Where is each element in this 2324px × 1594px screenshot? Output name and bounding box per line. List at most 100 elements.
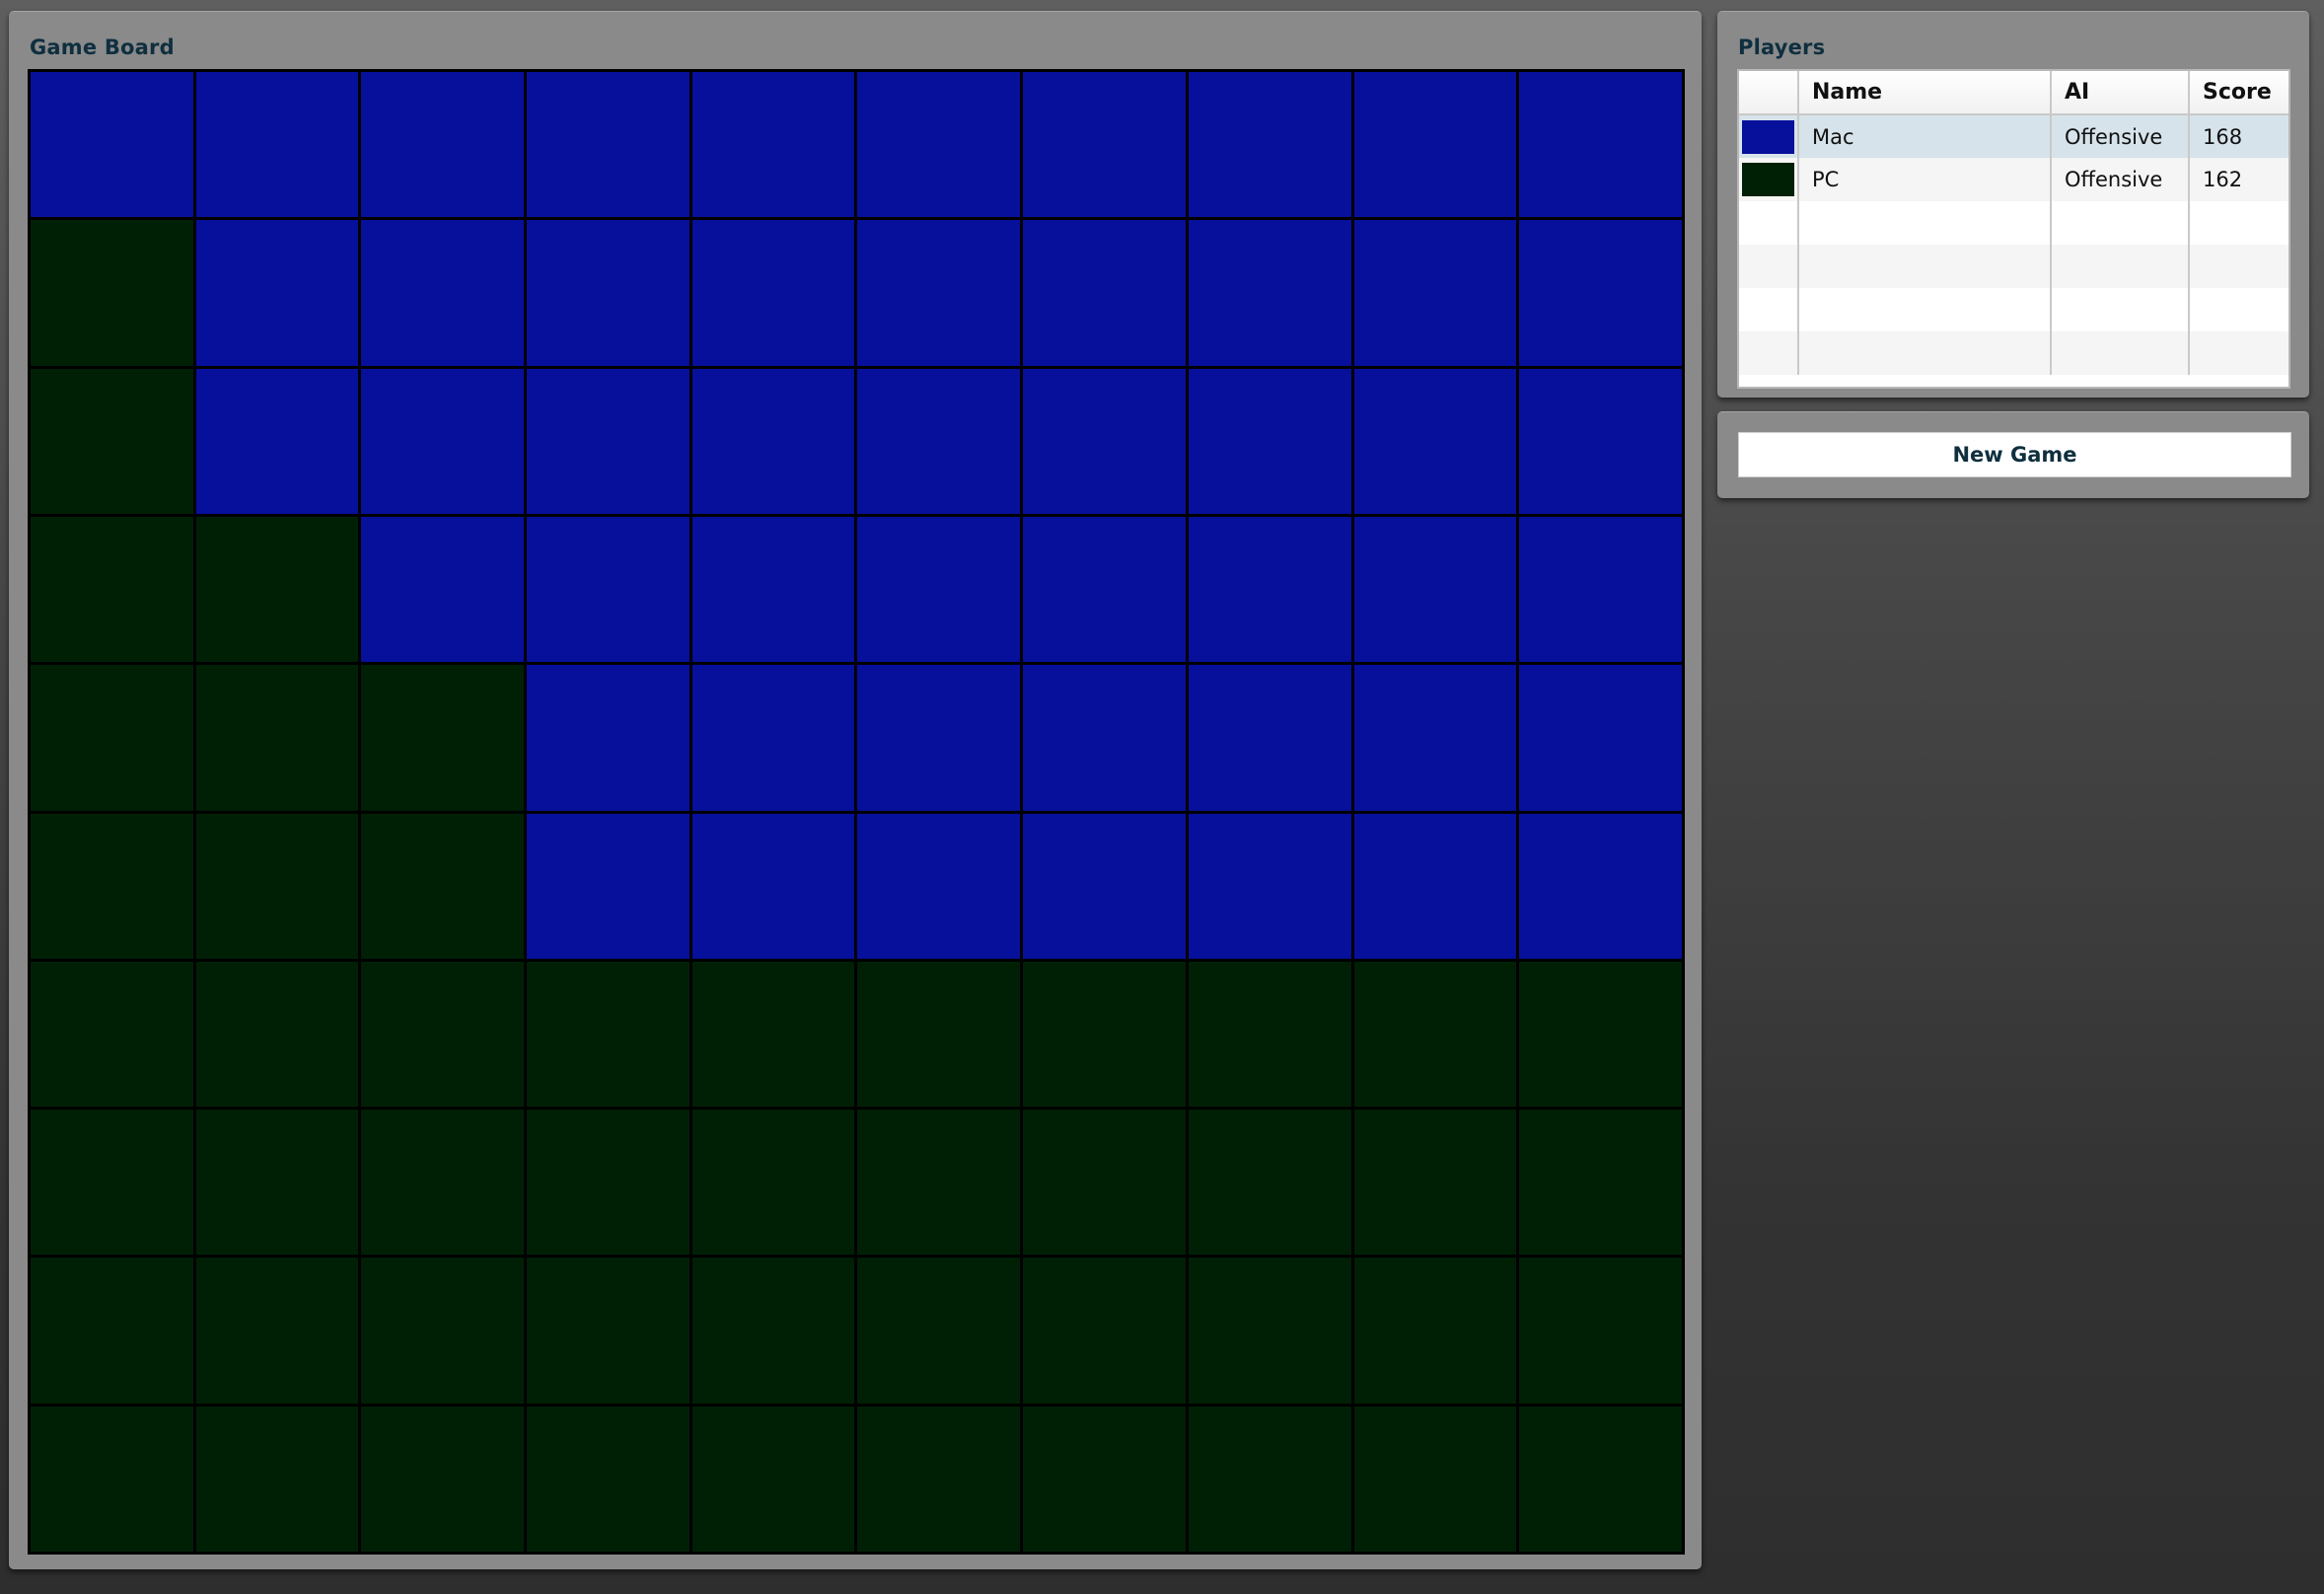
column-header-ai[interactable]: AI xyxy=(2051,71,2190,115)
board-cell-pc[interactable] xyxy=(527,1258,690,1404)
board-cell-pc[interactable] xyxy=(1023,1258,1186,1404)
board-cell-pc[interactable] xyxy=(31,220,193,366)
new-game-button[interactable]: New Game xyxy=(1738,432,2291,477)
board-cell-mac[interactable] xyxy=(857,72,1021,218)
board-cell-mac[interactable] xyxy=(527,665,690,811)
board-cell-pc[interactable] xyxy=(691,961,855,1108)
board-cell-mac[interactable] xyxy=(1023,516,1186,663)
board-cell-mac[interactable] xyxy=(527,72,690,218)
board-cell-mac[interactable] xyxy=(1519,813,1682,959)
board-cell-mac[interactable] xyxy=(527,368,690,514)
player-row[interactable]: PC Offensive 162 xyxy=(1739,158,2288,201)
board-cell-mac[interactable] xyxy=(1353,516,1517,663)
board-cell-pc[interactable] xyxy=(31,813,193,959)
board-cell-pc[interactable] xyxy=(1023,961,1186,1108)
board-cell-pc[interactable] xyxy=(361,665,525,811)
board-cell-mac[interactable] xyxy=(361,220,525,366)
board-cell-pc[interactable] xyxy=(527,1406,690,1552)
board-cell-pc[interactable] xyxy=(1353,1258,1517,1404)
board-cell-mac[interactable] xyxy=(857,220,1021,366)
board-cell-mac[interactable] xyxy=(1519,516,1682,663)
board-cell-pc[interactable] xyxy=(361,1110,525,1256)
board-cell-pc[interactable] xyxy=(195,1110,359,1256)
board-cell-pc[interactable] xyxy=(691,1258,855,1404)
board-cell-mac[interactable] xyxy=(31,72,193,218)
board-cell-pc[interactable] xyxy=(527,961,690,1108)
board-cell-mac[interactable] xyxy=(691,368,855,514)
board-cell-mac[interactable] xyxy=(1023,72,1186,218)
board-cell-pc[interactable] xyxy=(691,1110,855,1256)
board-cell-mac[interactable] xyxy=(691,516,855,663)
board-cell-pc[interactable] xyxy=(195,961,359,1108)
board-cell-pc[interactable] xyxy=(1519,1258,1682,1404)
board-cell-pc[interactable] xyxy=(31,368,193,514)
board-cell-pc[interactable] xyxy=(857,1258,1021,1404)
board-cell-mac[interactable] xyxy=(527,813,690,959)
board-cell-mac[interactable] xyxy=(527,220,690,366)
board-cell-mac[interactable] xyxy=(1023,368,1186,514)
board-cell-mac[interactable] xyxy=(1519,72,1682,218)
board-cell-pc[interactable] xyxy=(31,1258,193,1404)
column-header-name[interactable]: Name xyxy=(1798,71,2052,115)
board-cell-mac[interactable] xyxy=(1023,665,1186,811)
board-cell-pc[interactable] xyxy=(195,516,359,663)
board-cell-pc[interactable] xyxy=(1188,1258,1351,1404)
board-cell-pc[interactable] xyxy=(857,1110,1021,1256)
board-cell-pc[interactable] xyxy=(31,1110,193,1256)
board-cell-mac[interactable] xyxy=(1188,813,1351,959)
board-cell-pc[interactable] xyxy=(361,813,525,959)
board-cell-pc[interactable] xyxy=(31,961,193,1108)
board-cell-mac[interactable] xyxy=(1188,220,1351,366)
board-cell-pc[interactable] xyxy=(857,1406,1021,1552)
board-cell-pc[interactable] xyxy=(195,1406,359,1552)
board-cell-pc[interactable] xyxy=(361,1406,525,1552)
board-cell-mac[interactable] xyxy=(691,813,855,959)
board-cell-pc[interactable] xyxy=(195,813,359,959)
board-cell-mac[interactable] xyxy=(1353,368,1517,514)
board-cell-mac[interactable] xyxy=(1023,813,1186,959)
board-cell-mac[interactable] xyxy=(691,665,855,811)
board-cell-mac[interactable] xyxy=(1188,368,1351,514)
board-cell-pc[interactable] xyxy=(1023,1110,1186,1256)
board-cell-pc[interactable] xyxy=(361,1258,525,1404)
column-header-score[interactable]: Score xyxy=(2189,71,2288,115)
board-cell-mac[interactable] xyxy=(691,220,855,366)
board-cell-pc[interactable] xyxy=(1023,1406,1186,1552)
board-cell-mac[interactable] xyxy=(195,72,359,218)
board-cell-pc[interactable] xyxy=(1188,1406,1351,1552)
board-cell-mac[interactable] xyxy=(1353,220,1517,366)
player-row[interactable]: Mac Offensive 168 xyxy=(1739,114,2288,158)
board-cell-pc[interactable] xyxy=(857,961,1021,1108)
board-cell-mac[interactable] xyxy=(195,220,359,366)
board-cell-mac[interactable] xyxy=(1353,813,1517,959)
board-cell-mac[interactable] xyxy=(857,516,1021,663)
board-cell-pc[interactable] xyxy=(1353,961,1517,1108)
board-cell-pc[interactable] xyxy=(195,1258,359,1404)
board-cell-mac[interactable] xyxy=(1188,665,1351,811)
board-cell-mac[interactable] xyxy=(195,368,359,514)
board-cell-pc[interactable] xyxy=(1519,1406,1682,1552)
board-cell-mac[interactable] xyxy=(527,516,690,663)
board-cell-mac[interactable] xyxy=(691,72,855,218)
board-cell-mac[interactable] xyxy=(361,72,525,218)
board-cell-pc[interactable] xyxy=(1353,1110,1517,1256)
board-cell-pc[interactable] xyxy=(527,1110,690,1256)
board-cell-pc[interactable] xyxy=(1353,1406,1517,1552)
board-cell-mac[interactable] xyxy=(1353,665,1517,811)
column-header-color[interactable] xyxy=(1739,71,1799,115)
board-cell-pc[interactable] xyxy=(31,1406,193,1552)
board-cell-pc[interactable] xyxy=(691,1406,855,1552)
board-cell-mac[interactable] xyxy=(857,813,1021,959)
board-cell-pc[interactable] xyxy=(361,961,525,1108)
board-cell-pc[interactable] xyxy=(31,665,193,811)
board-cell-pc[interactable] xyxy=(1188,1110,1351,1256)
board-cell-pc[interactable] xyxy=(1519,1110,1682,1256)
board-cell-mac[interactable] xyxy=(1023,220,1186,366)
board-cell-pc[interactable] xyxy=(1519,961,1682,1108)
board-cell-mac[interactable] xyxy=(857,368,1021,514)
board-cell-mac[interactable] xyxy=(1353,72,1517,218)
board-cell-mac[interactable] xyxy=(1519,220,1682,366)
board-cell-mac[interactable] xyxy=(1188,516,1351,663)
board-cell-pc[interactable] xyxy=(195,665,359,811)
board-cell-mac[interactable] xyxy=(857,665,1021,811)
